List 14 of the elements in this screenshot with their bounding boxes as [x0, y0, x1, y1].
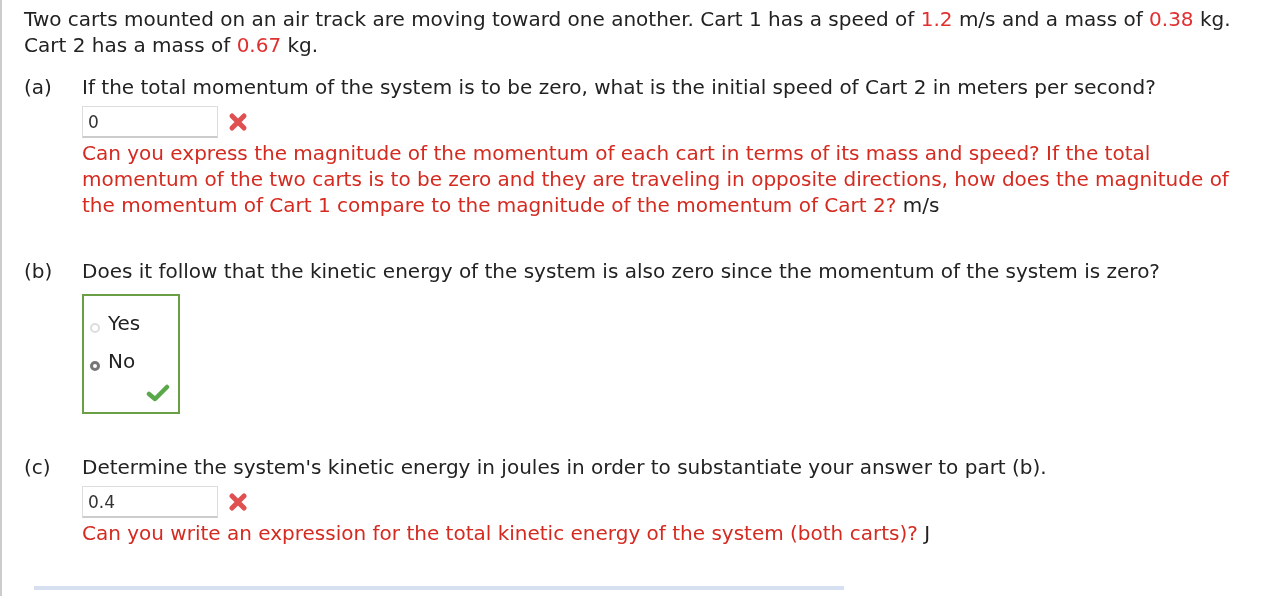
question-text: Does it follow that the kinetic energy of the system is also zero since the momentum of the system is zero? — [82, 258, 1160, 284]
part-label: (a) — [24, 74, 53, 100]
radio-button[interactable] — [90, 361, 100, 371]
part-label: (b) — [24, 258, 54, 284]
feedback-text: Can you express the magnitude of the momentum of each cart in terms of its mass and speed? If the total momentum of the two carts is to be zero and they are traveling in opposite directions, how does the magnitude of the momentum of Cart 1 compare to the magnitude of the momentum of Cart 2? m/s — [82, 140, 1231, 218]
answer-field[interactable]: 0 — [82, 106, 218, 138]
part-label: (c) — [24, 454, 52, 480]
answer-field[interactable]: 0.4 — [82, 486, 218, 518]
feedback-text: Can you write an expression for the total kinetic energy of the system (both carts)? J — [82, 520, 932, 546]
option-label[interactable]: Yes — [108, 310, 141, 336]
problem-text: Two carts mounted on an air track are moving toward one another. Cart 1 has a speed of 1.2 m/s and a mass of 0.38 kg. Cart 2 has a mass of 0.67 kg. — [24, 6, 1232, 58]
question-text: If the total momentum of the system is to be zero, what is the initial speed of Cart 2 in meters per second? — [82, 74, 1156, 100]
option-label[interactable]: No — [108, 348, 136, 374]
question-text: Determine the system's kinetic energy in joules in order to substantiate your answer to part (b). — [82, 454, 1047, 480]
